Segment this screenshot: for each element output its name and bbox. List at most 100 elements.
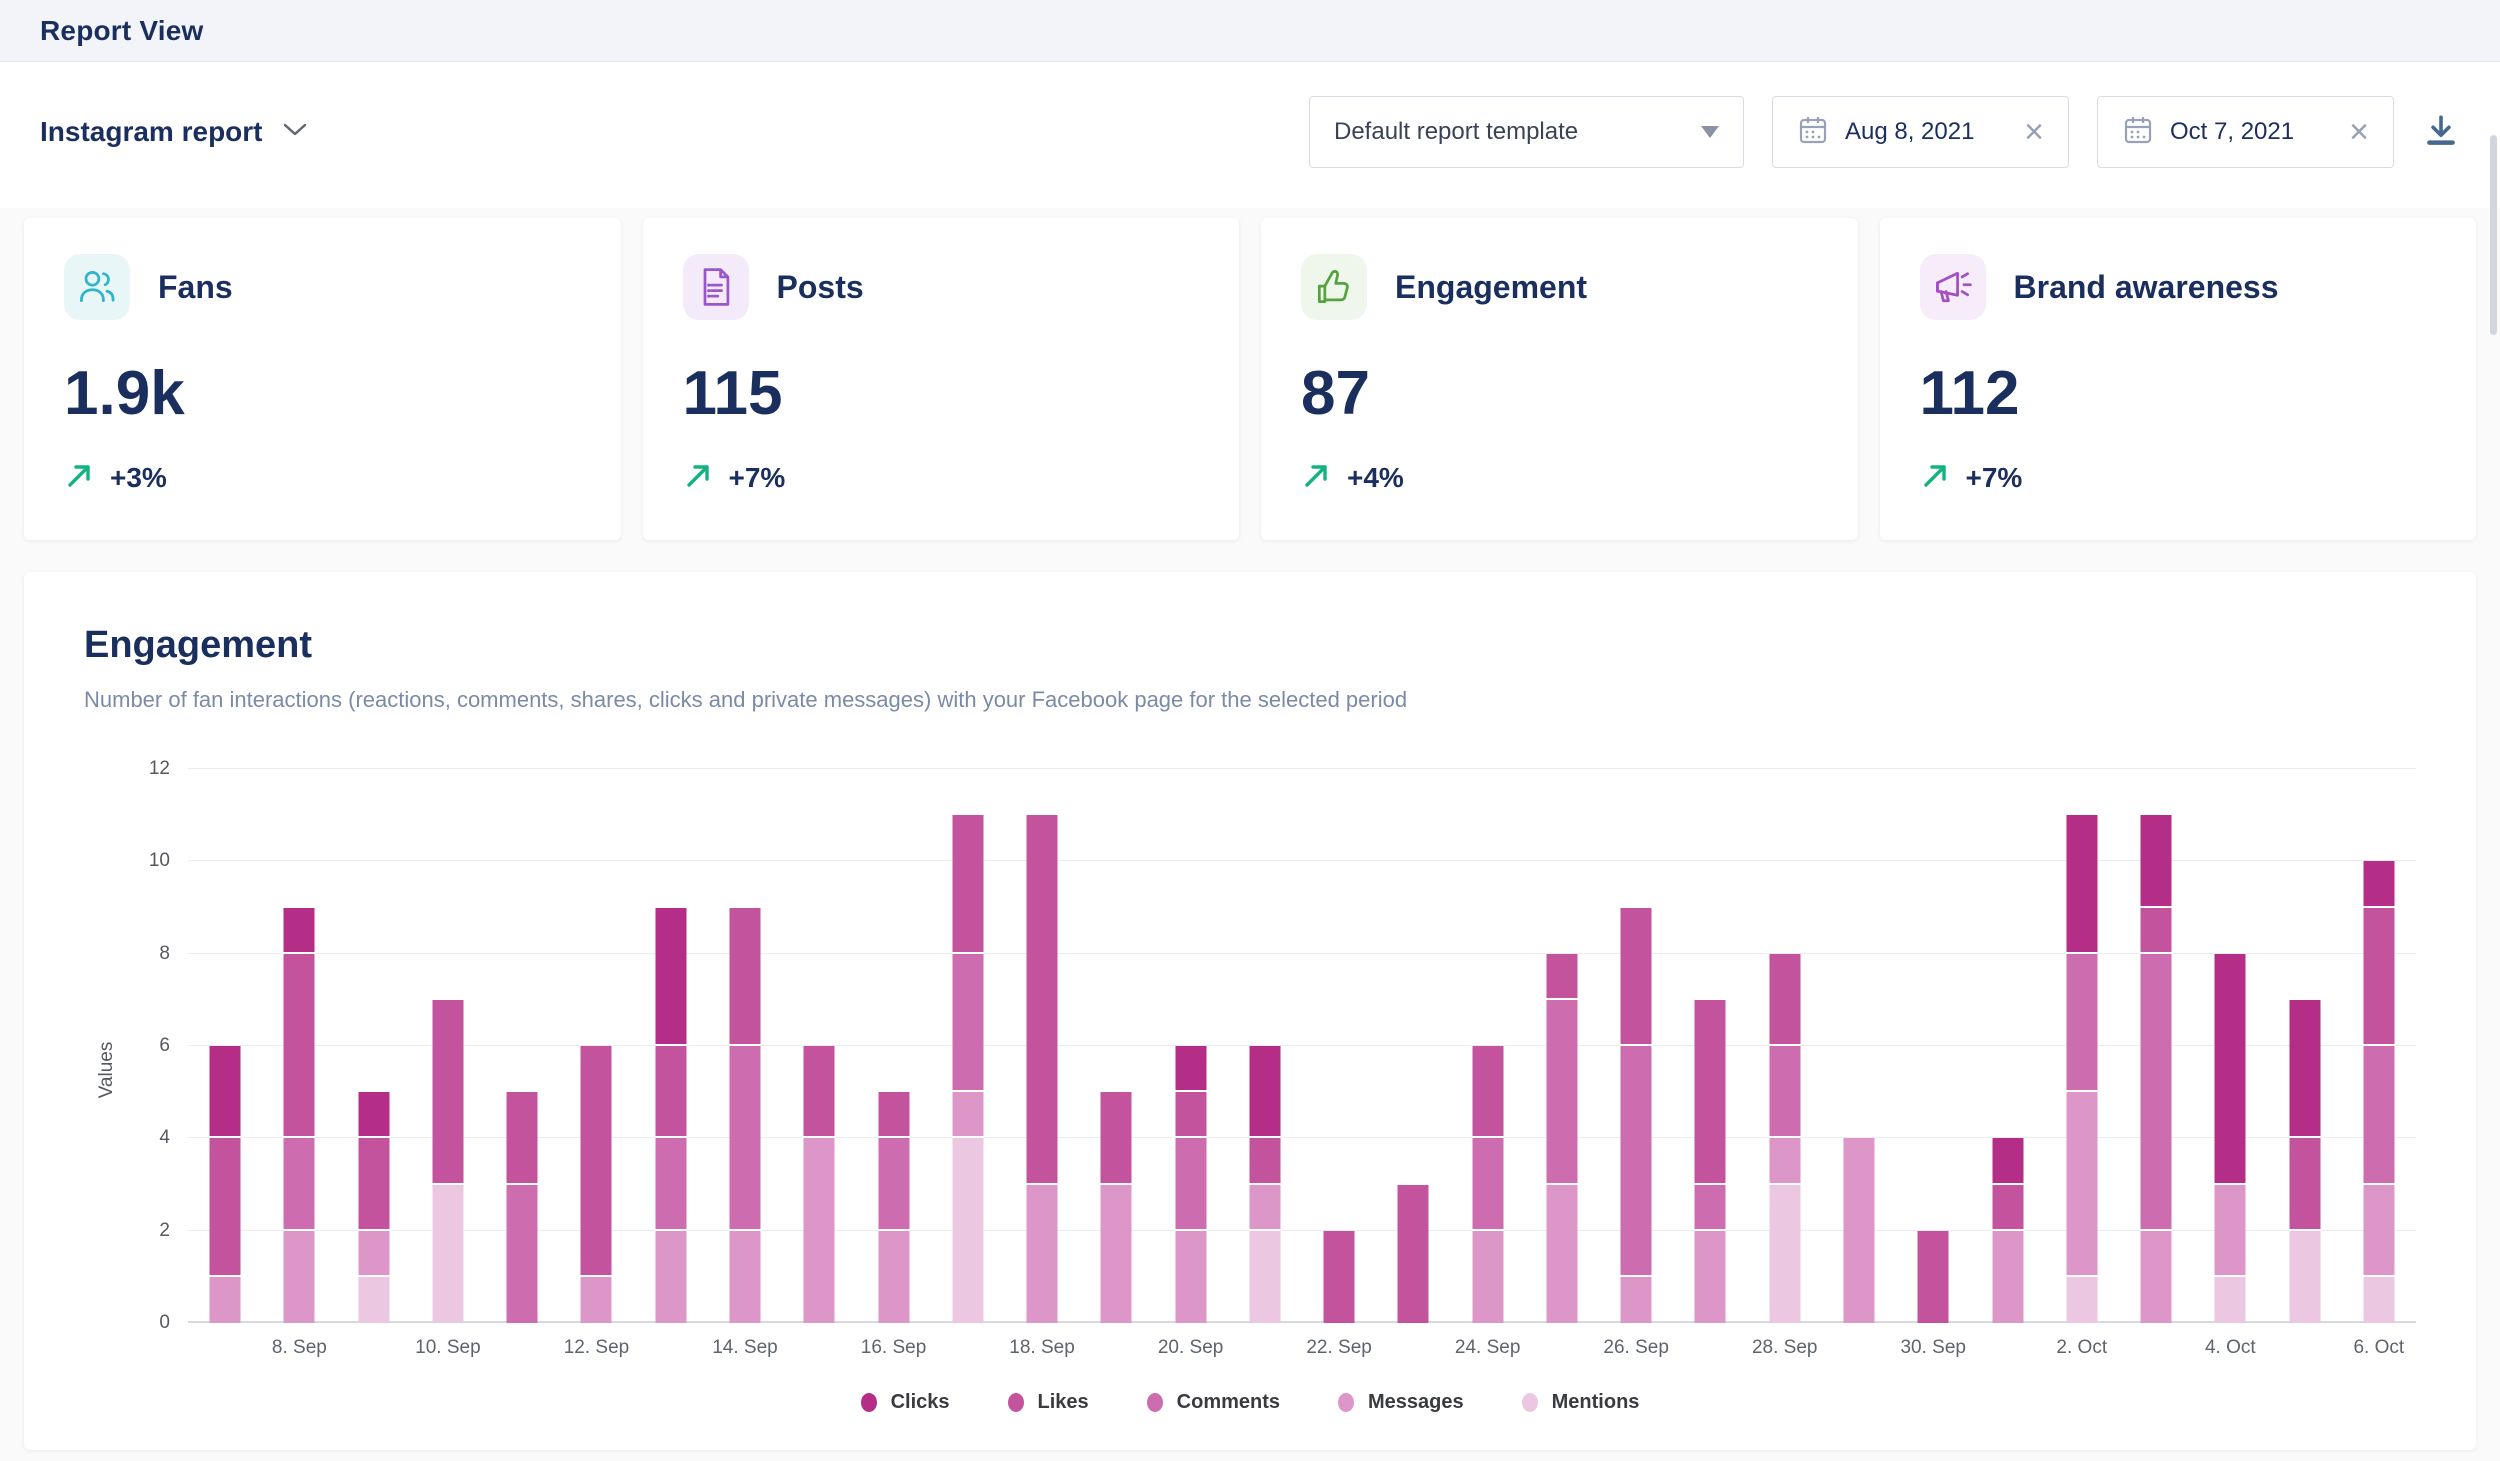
bar-stack-10-sep[interactable]	[432, 1000, 463, 1323]
bar-segment-likes[interactable]	[1992, 1185, 2023, 1231]
bar-segment-likes[interactable]	[2363, 908, 2394, 1047]
bar-stack-13-sep[interactable]	[655, 908, 686, 1323]
bar-segment-likes[interactable]	[507, 1092, 538, 1184]
bar-stack-30-sep[interactable]	[1918, 1231, 1949, 1323]
bar-segment-likes[interactable]	[952, 815, 983, 954]
bar-segment-comments[interactable]	[1546, 1000, 1577, 1185]
bar-segment-messages[interactable]	[581, 1277, 612, 1323]
report-selector[interactable]: Instagram report	[40, 116, 307, 148]
bar-segment-messages[interactable]	[878, 1231, 909, 1323]
bar-stack-15-sep[interactable]	[804, 1046, 835, 1323]
bar-segment-likes[interactable]	[1398, 1185, 1429, 1324]
bar-segment-likes[interactable]	[1249, 1138, 1280, 1184]
bar-segment-messages[interactable]	[2066, 1092, 2097, 1277]
bar-stack-6-oct[interactable]	[2363, 861, 2394, 1323]
bar-segment-messages[interactable]	[1695, 1231, 1726, 1323]
bar-stack-23-sep[interactable]	[1398, 1185, 1429, 1324]
bar-stack-28-sep[interactable]	[1769, 954, 1800, 1323]
bar-stack-16-sep[interactable]	[878, 1092, 909, 1323]
bar-stack-14-sep[interactable]	[729, 908, 760, 1323]
bar-segment-likes[interactable]	[1101, 1092, 1132, 1184]
bar-segment-mentions[interactable]	[432, 1185, 463, 1324]
bar-segment-mentions[interactable]	[2363, 1277, 2394, 1323]
bar-stack-19-sep[interactable]	[1101, 1092, 1132, 1323]
bar-segment-messages[interactable]	[1249, 1185, 1280, 1231]
bar-segment-messages[interactable]	[1843, 1138, 1874, 1323]
bar-segment-messages[interactable]	[655, 1231, 686, 1323]
bar-segment-messages[interactable]	[1175, 1231, 1206, 1323]
bar-stack-11-sep[interactable]	[507, 1092, 538, 1323]
bar-segment-clicks[interactable]	[2215, 954, 2246, 1185]
bar-segment-mentions[interactable]	[2215, 1277, 2246, 1323]
bar-stack-7-sep[interactable]	[210, 1046, 241, 1323]
bar-segment-mentions[interactable]	[358, 1277, 389, 1323]
bar-segment-comments[interactable]	[1621, 1046, 1652, 1277]
bar-segment-likes[interactable]	[1472, 1046, 1503, 1138]
bar-segment-messages[interactable]	[1546, 1185, 1577, 1324]
bar-segment-messages[interactable]	[1027, 1185, 1058, 1324]
bar-segment-mentions[interactable]	[2066, 1277, 2097, 1323]
bar-segment-likes[interactable]	[210, 1138, 241, 1277]
legend-item-clicks[interactable]: Clicks	[861, 1391, 950, 1414]
bar-stack-12-sep[interactable]	[581, 1046, 612, 1323]
bar-segment-comments[interactable]	[1472, 1138, 1503, 1230]
bar-segment-likes[interactable]	[878, 1092, 909, 1138]
legend-item-mentions[interactable]: Mentions	[1522, 1391, 1640, 1414]
bar-stack-24-sep[interactable]	[1472, 1046, 1503, 1323]
bar-segment-mentions[interactable]	[952, 1138, 983, 1323]
download-button[interactable]	[2422, 112, 2460, 153]
bar-segment-messages[interactable]	[804, 1138, 835, 1323]
bar-segment-messages[interactable]	[729, 1231, 760, 1323]
bar-segment-clicks[interactable]	[1175, 1046, 1206, 1092]
bar-segment-likes[interactable]	[1324, 1231, 1355, 1323]
bar-stack-3-oct[interactable]	[2141, 815, 2172, 1323]
bar-segment-clicks[interactable]	[2141, 815, 2172, 907]
bar-segment-likes[interactable]	[804, 1046, 835, 1138]
bar-stack-29-sep[interactable]	[1843, 1138, 1874, 1323]
bar-segment-comments[interactable]	[655, 1138, 686, 1230]
bar-segment-likes[interactable]	[1769, 954, 1800, 1046]
bar-segment-messages[interactable]	[1621, 1277, 1652, 1323]
bar-segment-clicks[interactable]	[210, 1046, 241, 1138]
bar-stack-26-sep[interactable]	[1621, 908, 1652, 1323]
bar-segment-messages[interactable]	[952, 1092, 983, 1138]
bar-segment-messages[interactable]	[2141, 1231, 2172, 1323]
template-select[interactable]: Default report template	[1309, 96, 1744, 168]
bar-segment-comments[interactable]	[2363, 1046, 2394, 1185]
bar-segment-messages[interactable]	[2215, 1185, 2246, 1277]
bar-segment-comments[interactable]	[1769, 1046, 1800, 1138]
bar-segment-likes[interactable]	[432, 1000, 463, 1185]
close-icon[interactable]: ×	[2349, 115, 2369, 149]
bar-segment-likes[interactable]	[655, 1046, 686, 1138]
bar-segment-comments[interactable]	[1695, 1185, 1726, 1231]
bar-segment-messages[interactable]	[284, 1231, 315, 1323]
bar-segment-comments[interactable]	[2141, 954, 2172, 1231]
bar-segment-clicks[interactable]	[2363, 861, 2394, 907]
bar-stack-22-sep[interactable]	[1324, 1231, 1355, 1323]
bar-segment-clicks[interactable]	[358, 1092, 389, 1138]
bar-segment-likes[interactable]	[284, 954, 315, 1139]
bar-segment-clicks[interactable]	[284, 908, 315, 954]
bar-segment-likes[interactable]	[581, 1046, 612, 1277]
bar-stack-21-sep[interactable]	[1249, 1046, 1280, 1323]
bar-segment-comments[interactable]	[878, 1138, 909, 1230]
bar-segment-mentions[interactable]	[2289, 1231, 2320, 1323]
bar-segment-clicks[interactable]	[1249, 1046, 1280, 1138]
bar-segment-messages[interactable]	[1992, 1231, 2023, 1323]
date-from-input[interactable]: Aug 8, 2021 ×	[1772, 96, 2069, 168]
legend-item-messages[interactable]: Messages	[1338, 1391, 1464, 1414]
bar-stack-4-oct[interactable]	[2215, 954, 2246, 1323]
bar-segment-messages[interactable]	[1101, 1185, 1132, 1324]
bar-segment-likes[interactable]	[1918, 1231, 1949, 1323]
bar-segment-likes[interactable]	[729, 908, 760, 1047]
bar-segment-likes[interactable]	[1175, 1092, 1206, 1138]
legend-item-likes[interactable]: Likes	[1008, 1391, 1089, 1414]
bar-segment-clicks[interactable]	[1992, 1138, 2023, 1184]
bar-segment-comments[interactable]	[1175, 1138, 1206, 1230]
bar-segment-comments[interactable]	[952, 954, 983, 1093]
bar-segment-messages[interactable]	[1472, 1231, 1503, 1323]
bar-segment-comments[interactable]	[507, 1185, 538, 1324]
bar-stack-8-sep[interactable]	[284, 908, 315, 1323]
bar-segment-messages[interactable]	[1769, 1138, 1800, 1184]
bar-segment-likes[interactable]	[1621, 908, 1652, 1047]
